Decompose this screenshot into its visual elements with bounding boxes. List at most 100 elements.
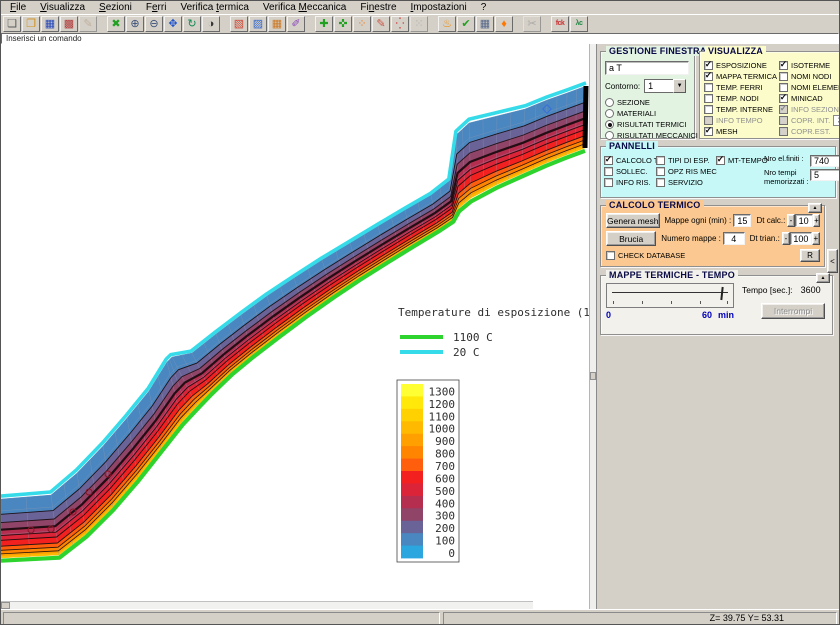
- panel-slide-button[interactable]: <: [827, 249, 838, 273]
- burn-funnel-icon[interactable]: ♨: [438, 16, 456, 32]
- menu-ferri[interactable]: Ferri: [139, 2, 174, 13]
- checkbox-box[interactable]: [716, 156, 725, 165]
- open-icon[interactable]: ❐: [22, 16, 40, 32]
- checkbox-box[interactable]: [779, 83, 788, 92]
- dt-calc-value[interactable]: 10: [795, 214, 813, 227]
- checkbox-box[interactable]: [704, 61, 713, 70]
- checkbox-box[interactable]: [604, 156, 613, 165]
- brucia-button[interactable]: Brucia: [606, 231, 656, 246]
- checkbox-opz-ris-mec[interactable]: OPZ RIS MEC: [656, 166, 716, 177]
- pan-icon[interactable]: ✥: [164, 16, 182, 32]
- mesh-points-icon[interactable]: ⁘: [353, 16, 371, 32]
- menu-verifica-termica[interactable]: Verifica termica: [173, 2, 255, 13]
- draw-pen-icon[interactable]: ✐: [287, 16, 305, 32]
- edit-points-icon[interactable]: ✎: [372, 16, 390, 32]
- add-node-icon[interactable]: ✚: [315, 16, 333, 32]
- radio-risultati-termici[interactable]: RISULTATI TERMICI: [605, 119, 690, 130]
- checkbox-box[interactable]: [656, 156, 665, 165]
- checkbox-temp-interne[interactable]: TEMP. INTERNE: [704, 104, 777, 115]
- dt-calc-plus-icon[interactable]: +: [813, 214, 820, 227]
- add-mesh-icon[interactable]: ✜: [334, 16, 352, 32]
- menu-impostazioni[interactable]: Impostazioni: [404, 2, 474, 13]
- checkbox-minicad[interactable]: MINICAD: [779, 93, 840, 104]
- section-map-icon[interactable]: ▦: [268, 16, 286, 32]
- section-thermal-icon[interactable]: ▨: [249, 16, 267, 32]
- checkbox-esposizione[interactable]: ESPOSIZIONE: [704, 60, 777, 71]
- flame-drop-icon[interactable]: ♦: [495, 16, 513, 32]
- checkbox-nomi-elementi[interactable]: NOMI ELEMENTI: [779, 82, 840, 93]
- radio-circle[interactable]: [605, 120, 614, 129]
- delete-points-icon[interactable]: ⁛: [391, 16, 409, 32]
- radio-risultati-meccanici[interactable]: RISULTATI MECCANICI: [605, 130, 690, 141]
- checkbox-temp-nodi[interactable]: TEMP. NODI: [704, 93, 777, 104]
- checkbox-info-ris[interactable]: INFO RIS.: [604, 177, 656, 188]
- field-copr-int[interactable]: 3: [833, 115, 840, 126]
- save-special-icon[interactable]: ▩: [60, 16, 78, 32]
- checkbox-box[interactable]: [656, 167, 665, 176]
- window-name-input[interactable]: [605, 61, 689, 75]
- table-grid-icon[interactable]: ▦: [476, 16, 494, 32]
- collapse-icon[interactable]: ▲: [816, 273, 830, 283]
- checkbox-mesh[interactable]: MESH: [704, 126, 777, 137]
- lambda-rho-icon[interactable]: λc: [570, 16, 588, 32]
- horizontal-scrollbar[interactable]: [1, 601, 533, 609]
- verify-check-icon[interactable]: ✔: [457, 16, 475, 32]
- radio-materiali[interactable]: MATERIALI: [605, 108, 690, 119]
- menu-finestre[interactable]: Finestre: [353, 2, 403, 13]
- refresh-icon[interactable]: ↻: [183, 16, 201, 32]
- checkbox-sollec[interactable]: SOLLEC.: [604, 166, 656, 177]
- numero-mappe-value[interactable]: 4: [723, 232, 745, 245]
- checkbox-tipi-di-esp[interactable]: TIPI DI ESP.: [656, 155, 716, 166]
- dt-trian-plus-icon[interactable]: +: [812, 232, 820, 245]
- checkbox-nomi-nodi[interactable]: NOMI NODI: [779, 71, 840, 82]
- menu-file[interactable]: File: [3, 2, 33, 13]
- menu-sezioni[interactable]: Sezioni: [92, 2, 139, 13]
- menu-visualizza[interactable]: Visualizza: [33, 2, 92, 13]
- menu-help[interactable]: ?: [474, 2, 494, 13]
- zoom-in-icon[interactable]: ⊕: [126, 16, 144, 32]
- slider-thumb[interactable]: [720, 287, 723, 300]
- checkbox-box[interactable]: [704, 105, 713, 114]
- checkbox-calcolo-t[interactable]: CALCOLO T.: [604, 155, 656, 166]
- checkbox-box[interactable]: [704, 83, 713, 92]
- fck-fyk-icon[interactable]: fck: [551, 16, 569, 32]
- save-icon[interactable]: ▦: [41, 16, 59, 32]
- vertical-scrollbar[interactable]: [589, 44, 596, 609]
- checkbox-box[interactable]: [704, 72, 713, 81]
- new-icon[interactable]: ❏: [3, 16, 21, 32]
- contorno-dropdown[interactable]: 1 ▼: [644, 79, 686, 93]
- checkbox-box[interactable]: [704, 127, 713, 136]
- checkbox-box[interactable]: [779, 72, 788, 81]
- checkbox-mappa-termica[interactable]: MAPPA TERMICA: [704, 71, 777, 82]
- dt-trian-value[interactable]: 100: [790, 232, 812, 245]
- drawing-canvas[interactable]: Temperature di esposizione (120'):1100 C…: [1, 44, 589, 609]
- checkbox-mt-tempo[interactable]: MT-TEMPO: [716, 155, 764, 166]
- radio-circle[interactable]: [605, 131, 614, 140]
- radio-circle[interactable]: [605, 109, 614, 118]
- dt-calc-minus-icon[interactable]: -: [787, 214, 794, 227]
- check-database-checkbox[interactable]: [606, 251, 615, 260]
- checkbox-box[interactable]: [704, 94, 713, 103]
- collapse-icon[interactable]: ▲: [808, 203, 822, 213]
- checkbox-servizio[interactable]: SERVIZIO: [656, 177, 716, 188]
- checkbox-box[interactable]: [604, 167, 613, 176]
- chevron-down-icon[interactable]: ▼: [673, 79, 686, 93]
- radio-circle[interactable]: [605, 98, 614, 107]
- h-scroll-thumb[interactable]: [1, 602, 10, 609]
- erase-icon[interactable]: ✖: [107, 16, 125, 32]
- checkbox-box[interactable]: [656, 178, 665, 187]
- checkbox-box[interactable]: [779, 61, 788, 70]
- radio-sezione[interactable]: SEZIONE: [605, 97, 690, 108]
- checkbox-temp-ferri[interactable]: TEMP. FERRI: [704, 82, 777, 93]
- checkbox-box[interactable]: [779, 94, 788, 103]
- menu-verifica-meccanica[interactable]: Verifica Meccanica: [256, 2, 353, 13]
- mappe-ogni-value[interactable]: 15: [733, 214, 751, 227]
- command-input[interactable]: Inserisci un comando: [1, 33, 839, 44]
- checkbox-isoterme[interactable]: ISOTERME: [779, 60, 840, 71]
- checkbox-box[interactable]: [604, 178, 613, 187]
- time-slider[interactable]: [606, 283, 734, 308]
- r-button[interactable]: R: [800, 249, 820, 262]
- dt-trian-minus-icon[interactable]: -: [782, 232, 790, 245]
- genera-mesh-button[interactable]: Genera mesh: [606, 213, 660, 228]
- zoom-out-icon[interactable]: ⊖: [145, 16, 163, 32]
